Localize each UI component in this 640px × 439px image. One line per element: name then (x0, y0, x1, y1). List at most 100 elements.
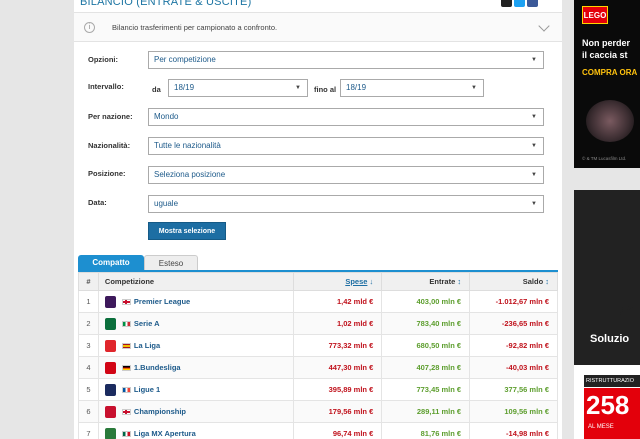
italy-flag-icon (121, 320, 131, 327)
saldo-cell: -40,03 mln € (469, 356, 558, 379)
da-label: da (152, 85, 161, 94)
competition-logo-icon (104, 383, 116, 396)
row-number: 4 (78, 356, 99, 379)
table-row: 4 1.Bundesliga 447,30 mln €407,28 mln € -40… (78, 356, 558, 379)
saldo-cell: -236,65 mln € (469, 312, 558, 335)
info-text: Bilancio trasferimenti per campionato a … (112, 23, 278, 32)
caret-down-icon: ▼ (471, 85, 477, 91)
saldo-cell: -92,82 mln € (469, 334, 558, 357)
competition-cell[interactable]: 1.Bundesliga (97, 356, 295, 379)
row-number: 3 (78, 334, 99, 357)
opzioni-select[interactable]: Per competizione ▼ (148, 51, 544, 69)
col-spese[interactable]: Spese ↓ (293, 272, 383, 291)
saldo-cell: -14,98 mln € (469, 422, 558, 439)
col-competizione: Competizione (97, 272, 295, 291)
competition-link[interactable]: La Liga (134, 340, 160, 349)
row-number: 1 (78, 290, 99, 313)
ad-banner-renovation[interactable]: BA Soluzio RISTRUTTURAZIO 258 AL MESE (574, 190, 640, 439)
sort-icon: ↓ (369, 277, 374, 286)
opzioni-value: Per competizione (154, 55, 216, 64)
data-label: Data: (88, 198, 107, 207)
spese-cell: 179,56 mln € (293, 400, 383, 423)
competition-logo-icon (104, 339, 116, 352)
entrate-cell: 773,45 mln € (381, 378, 471, 401)
fino-select[interactable]: 18/19 ▼ (340, 79, 484, 97)
entrate-cell: 81,76 mln € (381, 422, 471, 439)
nazionalita-value: Tutte le nazionalità (154, 141, 221, 150)
data-select[interactable]: uguale ▼ (148, 195, 544, 213)
competition-cell[interactable]: Serie A (97, 312, 295, 335)
posizione-select[interactable]: Seleziona posizione ▼ (148, 166, 544, 184)
nazione-label: Per nazione: (88, 112, 133, 121)
spese-cell: 1,42 mld € (293, 290, 383, 313)
col-num: # (78, 272, 99, 291)
caret-down-icon: ▼ (531, 172, 537, 178)
fino-value: 18/19 (346, 83, 367, 92)
spese-cell: 1,02 mld € (293, 312, 383, 335)
ad2-badge: RISTRUTTURAZIO (584, 375, 640, 387)
competition-logo-icon (104, 427, 116, 439)
spese-header-label: Spese (345, 277, 368, 286)
nazionalita-label: Nazionalità: (88, 141, 131, 150)
spese-cell: 447,30 mln € (293, 356, 383, 379)
competition-table: # Competizione Spese ↓ Entrate ↕ Saldo ↕… (78, 272, 558, 439)
nazionalita-select[interactable]: Tutte le nazionalità ▼ (148, 137, 544, 155)
box-header: BILANCIO (ENTRATE & USCITE) (74, 0, 562, 8)
mexico-flag-icon (121, 430, 131, 437)
chevron-down-icon[interactable] (538, 20, 550, 32)
competition-link[interactable]: Liga MX Apertura (134, 428, 196, 437)
table-row: 2 Serie A 1,02 mld €783,40 mln € -236,65 ml… (78, 312, 558, 335)
competition-cell[interactable]: Premier League (97, 290, 295, 313)
competition-cell[interactable]: Liga MX Apertura (97, 422, 295, 439)
col-saldo[interactable]: Saldo ↕ (469, 272, 558, 291)
info-icon: i (84, 22, 95, 33)
competition-cell[interactable]: Ligue 1 (97, 378, 295, 401)
saldo-cell: 109,56 mln € (469, 400, 558, 423)
col-entrate[interactable]: Entrate ↕ (381, 272, 471, 291)
caret-down-icon: ▼ (531, 114, 537, 120)
caret-down-icon: ▼ (531, 201, 537, 207)
competition-cell[interactable]: La Liga (97, 334, 295, 357)
table-row: 1 Premier League 1,42 mld €403,00 mln € -1.… (78, 290, 558, 313)
ad2-line1: Soluzio (590, 333, 630, 345)
entrate-header-label: Entrate (429, 277, 456, 286)
twitter-icon[interactable] (514, 0, 525, 7)
entrate-cell: 289,11 mln € (381, 400, 471, 423)
info-bar[interactable]: i Bilancio trasferimenti per campionato … (74, 12, 562, 42)
table-row: 3 La Liga 773,32 mln €680,50 mln € -92,82 m… (78, 334, 558, 357)
saldo-header-label: Saldo (522, 277, 544, 286)
ad1-footer: © & TM Lucasfilm Ltd. (582, 156, 627, 161)
competition-link[interactable]: Ligue 1 (134, 384, 160, 393)
competition-logo-icon (104, 317, 116, 330)
tab-compatto[interactable]: Compatto (78, 255, 144, 271)
da-value: 18/19 (174, 83, 195, 92)
da-select[interactable]: 18/19 ▼ (168, 79, 308, 97)
ad2-number: 258 (586, 390, 630, 420)
competition-link[interactable]: Championship (134, 406, 186, 415)
ad1-cta: COMPRA ORA (582, 68, 638, 77)
saldo-cell: 377,56 mln € (469, 378, 558, 401)
competition-link[interactable]: Serie A (134, 318, 160, 327)
competition-link[interactable]: Premier League (134, 296, 190, 305)
row-number: 6 (78, 400, 99, 423)
page-title: BILANCIO (ENTRATE & USCITE) (80, 0, 252, 8)
mostra-selezione-button[interactable]: Mostra selezione (148, 222, 226, 240)
facebook-icon[interactable] (527, 0, 538, 7)
ad2-sub: AL MESE (588, 424, 614, 430)
nazione-value: Mondo (154, 112, 179, 121)
caret-down-icon: ▼ (531, 143, 537, 149)
ad2-price-box: 258 AL MESE (584, 388, 640, 439)
ad1-line1: Non perder (582, 38, 631, 48)
share-icon[interactable] (501, 0, 512, 7)
competition-link[interactable]: 1.Bundesliga (134, 362, 181, 371)
germany-flag-icon (121, 364, 131, 371)
ad-banner-lego[interactable]: LEGO Non perder il caccia st COMPRA ORA … (574, 0, 640, 168)
ad1-line2: il caccia st (582, 50, 628, 60)
competition-cell[interactable]: Championship (97, 400, 295, 423)
saldo-cell: -1.012,67 mln € (469, 290, 558, 313)
ad2-big-text: BA (612, 302, 637, 321)
tab-esteso[interactable]: Esteso (144, 255, 198, 271)
spain-flag-icon (121, 342, 131, 349)
starship-image (586, 100, 634, 142)
nazione-select[interactable]: Mondo ▼ (148, 108, 544, 126)
